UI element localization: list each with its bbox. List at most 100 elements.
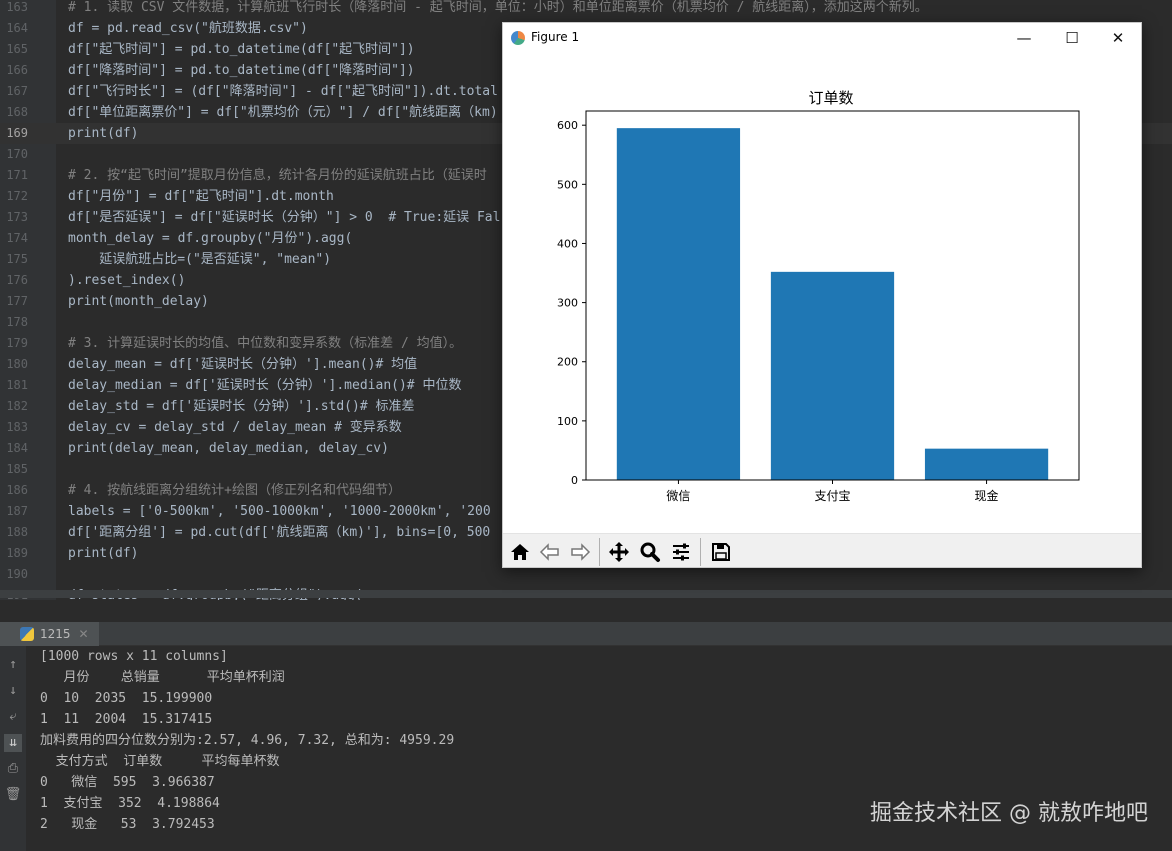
code-text[interactable]: print(month_delay) <box>68 291 209 312</box>
code-text[interactable]: df['距离分组'] = pd.cut(df['航线距离（km)'], bins… <box>68 522 490 543</box>
figure-title: Figure 1 <box>531 30 580 44</box>
line-number: 185 <box>6 462 28 476</box>
code-text[interactable]: df["飞行时长"] = (df["降落时间"] - df["起飞时间"]).d… <box>68 81 498 102</box>
move-icon <box>609 542 629 562</box>
code-text[interactable]: # 2. 按“起飞时间”提取月份信息，统计各月份的延误航班占比（延误时 <box>68 165 487 186</box>
code-text[interactable]: df["降落时间"] = pd.to_datetime(df["降落时间"]) <box>68 60 415 81</box>
code-text[interactable]: df = pd.read_csv("航班数据.csv") <box>68 18 308 39</box>
line-number: 178 <box>6 315 28 329</box>
code-text[interactable]: print(delay_mean, delay_median, delay_cv… <box>68 438 389 459</box>
pan-button[interactable] <box>605 538 633 566</box>
soft-wrap-icon[interactable]: ⤶ <box>4 708 22 726</box>
watermark: 掘金技术社区 @ 就敖咋地吧 <box>870 801 1148 826</box>
plot-area[interactable]: 订单数 0 100 200 300 400 500 600 微信 支付宝 现金 <box>503 53 1141 533</box>
bars <box>616 128 1049 480</box>
line-number: 184 <box>6 441 28 455</box>
line-number: 164 <box>6 21 28 35</box>
arrow-up-icon[interactable]: ↑ <box>4 656 22 674</box>
code-text[interactable]: print(df) <box>68 123 138 144</box>
bar-chart: 订单数 0 100 200 300 400 500 600 微信 支付宝 现金 <box>557 89 1080 503</box>
close-tab-icon[interactable]: ✕ <box>79 627 89 641</box>
code-text[interactable]: delay_cv = delay_std / delay_mean # 变异系数 <box>68 417 402 438</box>
y-tick-label: 600 <box>557 119 578 132</box>
x-tick-label: 现金 <box>975 488 999 503</box>
configure-subplots-button[interactable] <box>667 538 695 566</box>
code-line[interactable]: 163 # 1. 读取 CSV 文件数据，计算航班飞行时长（降落时间 - 起飞时间… <box>0 0 1172 18</box>
code-text[interactable]: print(df) <box>68 543 138 564</box>
line-number: 179 <box>6 336 28 350</box>
line-number: 166 <box>6 63 28 77</box>
home-button[interactable] <box>506 538 534 566</box>
bar <box>616 128 741 480</box>
magnifier-icon <box>640 542 660 562</box>
line-number: 177 <box>6 294 28 308</box>
code-text[interactable]: # 4. 按航线距离分组统计+绘图（修正列名和代码细节） <box>68 480 401 501</box>
save-figure-button[interactable] <box>707 538 735 566</box>
maximize-button[interactable]: ☐ <box>1049 23 1095 53</box>
line-number: 167 <box>6 84 28 98</box>
matplotlib-icon <box>511 31 525 45</box>
code-text[interactable]: df["月份"] = df["起飞时间"].dt.month <box>68 186 334 207</box>
code-text[interactable]: 延误航班占比=("是否延误", "mean") <box>68 249 331 270</box>
run-tab[interactable]: 1215 ✕ <box>0 622 99 646</box>
y-axis: 0 100 200 300 400 500 600 <box>557 119 586 487</box>
code-text[interactable]: # 3. 计算延误时长的均值、中位数和变异系数（标准差 / 均值）。 <box>68 333 462 354</box>
line-number: 173 <box>6 210 28 224</box>
line-number: 186 <box>6 483 28 497</box>
figure-titlebar[interactable]: Figure 1 — ☐ ✕ <box>503 23 1141 53</box>
console-line: 0 10 2035 15.199900 <box>40 691 213 706</box>
zoom-button[interactable] <box>636 538 664 566</box>
line-number: 181 <box>6 378 28 392</box>
line-number: 168 <box>6 105 28 119</box>
line-number: 171 <box>6 168 28 182</box>
print-icon[interactable]: ⎙ <box>4 760 22 778</box>
run-tab-label: 1215 <box>40 627 71 641</box>
line-number: 172 <box>6 189 28 203</box>
console-line: 月份 总销量 平均单杯利润 <box>40 670 285 685</box>
code-text[interactable]: month_delay = df.groupby("月份").agg( <box>68 228 352 249</box>
code-text[interactable]: df["单位距离票价"] = df["机票均价（元）"] / df["航线距离（… <box>68 102 498 123</box>
console-line: 加料费用的四分位数分别为:2.57, 4.96, 7.32, 总和为: 4959… <box>40 733 455 748</box>
line-number: 175 <box>6 252 28 266</box>
line-number: 189 <box>6 546 28 560</box>
code-text[interactable]: df["是否延误"] = df["延误时长（分钟）"] > 0 # True:延… <box>68 207 500 228</box>
scroll-to-end-icon[interactable]: ⇊ <box>4 734 22 752</box>
chart-title: 订单数 <box>808 89 853 107</box>
line-number: 170 <box>6 147 28 161</box>
run-panel-header: 1215 ✕ <box>0 622 1172 646</box>
code-text[interactable]: ).reset_index() <box>68 270 185 291</box>
line-number: 174 <box>6 231 28 245</box>
y-tick-label: 200 <box>557 356 578 369</box>
x-axis: 微信 支付宝 现金 <box>666 480 999 503</box>
code-text[interactable]: delay_mean = df['延误时长（分钟）'].mean()# 均值 <box>68 354 417 375</box>
code-text[interactable]: delay_std = df['延误时长（分钟）'].std()# 标准差 <box>68 396 415 417</box>
y-tick-label: 500 <box>557 178 578 191</box>
figure-toolbar <box>503 533 1141 567</box>
y-tick-label: 400 <box>557 237 578 250</box>
line-number: 183 <box>6 420 28 434</box>
trash-icon[interactable]: 🗑 <box>4 786 22 804</box>
line-number: 187 <box>6 504 28 518</box>
editor-horizontal-scrollbar[interactable] <box>0 590 1172 598</box>
toolbar-separator <box>599 538 600 566</box>
code-text[interactable]: labels = ['0-500km', '500-1000km', '1000… <box>68 501 491 522</box>
minimize-button[interactable]: — <box>1001 23 1047 53</box>
code-text[interactable]: # 1. 读取 CSV 文件数据，计算航班飞行时长（降落时间 - 起飞时间，单位… <box>68 0 928 18</box>
back-button[interactable] <box>536 538 564 566</box>
arrow-down-icon[interactable]: ↓ <box>4 682 22 700</box>
line-number: 165 <box>6 42 28 56</box>
console-line: [1000 rows x 11 columns] <box>40 649 228 664</box>
console-line: 支付方式 订单数 平均每单杯数 <box>40 754 280 769</box>
save-icon <box>712 543 730 561</box>
figure-window[interactable]: Figure 1 — ☐ ✕ 订单数 0 100 200 300 400 500 600 微… <box>502 22 1142 568</box>
x-tick-label: 微信 <box>666 489 690 503</box>
y-tick-label: 100 <box>557 415 578 428</box>
close-button[interactable]: ✕ <box>1095 23 1141 53</box>
console-line: 0 微信 595 3.966387 <box>40 775 215 790</box>
line-number: 190 <box>6 567 28 581</box>
forward-button[interactable] <box>566 538 594 566</box>
sliders-icon <box>673 543 689 561</box>
code-text[interactable]: delay_median = df['延误时长（分钟）'].median()# … <box>68 375 461 396</box>
code-text[interactable]: df["起飞时间"] = pd.to_datetime(df["起飞时间"]) <box>68 39 415 60</box>
python-icon <box>20 627 34 641</box>
